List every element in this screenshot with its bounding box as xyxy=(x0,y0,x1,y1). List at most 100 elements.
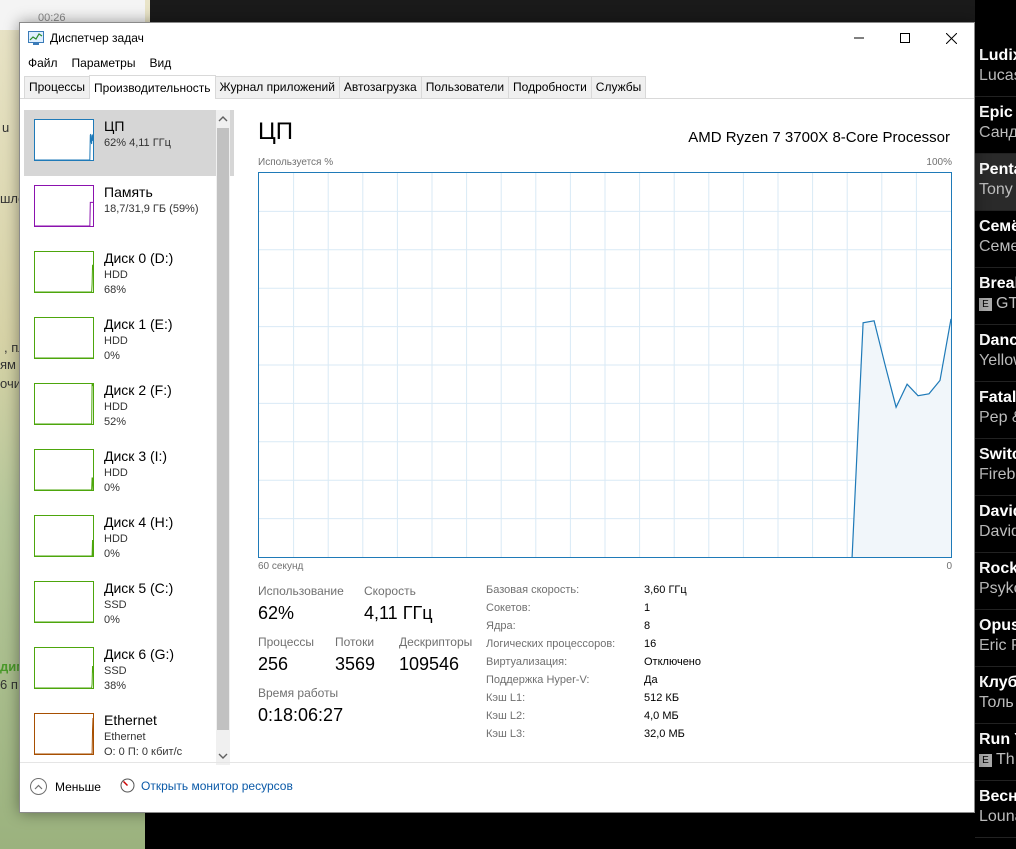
sidebar-item[interactable]: Ethernet Ethernet О: 0 П: 0 кбит/с xyxy=(24,704,234,760)
track-artist-text: Pep & xyxy=(979,409,1016,426)
sidebar-item[interactable]: Диск 5 (C:) SSD 0% xyxy=(24,572,234,638)
track-artist-text: Louna xyxy=(979,808,1016,825)
spec-label: Базовая скорость: xyxy=(486,584,580,596)
sidebar-item-detail: HDD xyxy=(104,401,128,413)
explicit-badge: E xyxy=(979,298,992,311)
sidebar-thumbnail-graph xyxy=(34,317,94,359)
sidebar-graph-line xyxy=(35,539,93,556)
track-artist: Pep & xyxy=(979,407,1016,427)
sidebar-item-value: 0% xyxy=(104,614,120,626)
sidebar-item[interactable]: Диск 6 (G:) SSD 38% xyxy=(24,638,234,704)
sidebar-item-name: Диск 3 (I:) xyxy=(104,448,168,464)
tab-details[interactable]: Подробности xyxy=(508,76,592,98)
background-track-item: Opus Eric P xyxy=(975,610,1016,667)
performance-sidebar: ЦП 62% 4,11 ГГц Память 18,7/31,9 ГБ (59%) Ди… xyxy=(24,110,234,760)
track-artist-text: Psyko xyxy=(979,580,1016,597)
spec-value: 4,0 МБ xyxy=(644,710,679,722)
sidebar-item[interactable]: Память 18,7/31,9 ГБ (59%) xyxy=(24,176,234,242)
sidebar-scroll-thumb[interactable] xyxy=(217,128,229,730)
sidebar-item[interactable]: ЦП 62% 4,11 ГГц xyxy=(24,110,234,176)
sidebar-graph-line xyxy=(35,717,93,754)
track-artist: Eric P xyxy=(979,635,1016,655)
sidebar-item-detail: 62% 4,11 ГГц xyxy=(104,137,171,149)
track-artist: Louna xyxy=(979,806,1016,826)
track-artist-text: Eric P xyxy=(979,637,1016,654)
tab-startup[interactable]: Автозагрузка xyxy=(338,76,422,98)
background-fragment: очи xyxy=(0,376,21,391)
sidebar-item[interactable]: Диск 3 (I:) HDD 0% xyxy=(24,440,234,506)
sidebar-thumbnail-graph xyxy=(34,581,94,623)
tab-app-history[interactable]: Журнал приложений xyxy=(214,76,340,98)
spec-value: Отключено xyxy=(644,656,701,668)
track-artist: Семе xyxy=(979,236,1016,256)
close-button[interactable] xyxy=(928,23,974,53)
track-artist: Psyko xyxy=(979,578,1016,598)
uptime-label: Время работы xyxy=(258,686,339,700)
y-axis-label: Используется % xyxy=(258,157,334,168)
sidebar-item-name: Диск 5 (C:) xyxy=(104,580,174,596)
sidebar-graph-line xyxy=(35,264,93,292)
sidebar-item-value: 68% xyxy=(104,284,127,296)
track-artist-text: Th xyxy=(996,751,1015,768)
tab-performance[interactable]: Производительность xyxy=(89,75,216,99)
sidebar-graph-line xyxy=(35,384,93,424)
maximize-button[interactable] xyxy=(882,23,928,53)
spec-label: Виртуализация: xyxy=(486,656,568,668)
sidebar-thumbnail-graph xyxy=(34,119,94,161)
cpu-title: ЦП xyxy=(258,118,294,145)
background-track-item: Epic Санд xyxy=(975,97,1016,154)
background-track-item: Клуб Толь xyxy=(975,667,1016,724)
menu-file[interactable]: Файл xyxy=(28,54,58,73)
spec-label: Кэш L1: xyxy=(486,692,526,704)
usage-value: 62% xyxy=(258,603,295,623)
speed-value: 4,11 ГГц xyxy=(364,603,433,623)
background-track-item: Run Y E Th xyxy=(975,724,1016,781)
track-title: Весн xyxy=(979,788,1016,805)
cpu-usage-graph xyxy=(258,172,952,558)
track-artist: E Th xyxy=(979,749,1016,769)
tab-services[interactable]: Службы xyxy=(590,76,647,98)
menu-view[interactable]: Вид xyxy=(149,54,171,73)
sidebar-thumbnail-graph xyxy=(34,449,94,491)
sidebar-item-name: Ethernet xyxy=(104,712,157,728)
background-track-item: Fatali Pep & xyxy=(975,382,1016,439)
track-title: Penta xyxy=(979,161,1016,178)
track-title: Ludix xyxy=(979,47,1016,64)
sidebar-item-detail: HDD xyxy=(104,467,128,479)
track-artist: Санд xyxy=(979,122,1016,142)
sidebar-item[interactable]: Диск 4 (H:) HDD 0% xyxy=(24,506,234,572)
sidebar-item-name: Диск 2 (F:) xyxy=(104,382,172,398)
sidebar-item[interactable]: Диск 2 (F:) HDD 52% xyxy=(24,374,234,440)
threads-label: Потоки xyxy=(335,635,375,649)
y-axis-max-label: 100% xyxy=(926,157,952,168)
track-artist-text: Толь xyxy=(979,694,1014,711)
title-bar[interactable]: Диспетчер задач xyxy=(20,23,974,54)
background-track-item: Break E GT xyxy=(975,268,1016,325)
background-fragment: ям xyxy=(0,357,16,372)
minimize-button[interactable] xyxy=(836,23,882,53)
handles-label: Дескрипторы xyxy=(399,635,473,649)
graph-grid xyxy=(259,173,951,557)
uptime-value: 0:18:06:27 xyxy=(258,705,344,725)
background-right-top xyxy=(975,0,1016,40)
less-label: Меньше xyxy=(55,779,101,794)
sidebar-item-name: ЦП xyxy=(104,118,125,134)
scroll-down-icon[interactable] xyxy=(216,749,230,763)
track-artist: Yellow xyxy=(979,350,1016,370)
sidebar-item[interactable]: Диск 1 (E:) HDD 0% xyxy=(24,308,234,374)
maximize-icon xyxy=(900,33,910,43)
menu-options[interactable]: Параметры xyxy=(72,54,136,73)
scroll-up-icon[interactable] xyxy=(216,112,230,126)
sidebar-item[interactable]: Диск 0 (D:) HDD 68% xyxy=(24,242,234,308)
sidebar-graph-line xyxy=(35,133,93,160)
open-resource-monitor-link[interactable]: Открыть монитор ресурсов xyxy=(120,778,293,793)
sidebar-item-detail: Ethernet xyxy=(104,731,146,743)
background-track-item: David David xyxy=(975,496,1016,553)
less-button[interactable]: Меньше xyxy=(30,778,101,795)
sidebar-item-value: 38% xyxy=(104,680,127,692)
spec-label: Логических процессоров: xyxy=(486,638,616,650)
tab-users[interactable]: Пользователи xyxy=(420,76,510,98)
tab-processes[interactable]: Процессы xyxy=(24,76,91,98)
explicit-badge: E xyxy=(979,754,992,767)
usage-label: Использование xyxy=(258,584,344,598)
